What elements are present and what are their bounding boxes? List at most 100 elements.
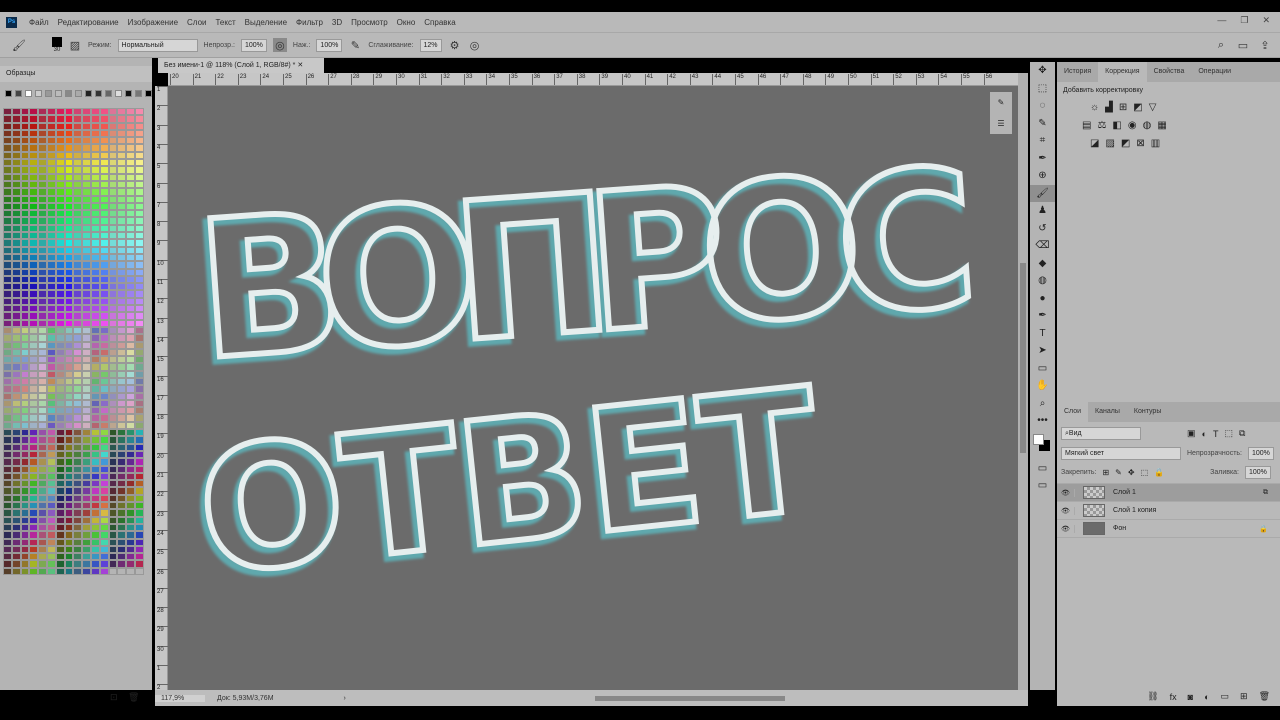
swatch[interactable]	[126, 151, 135, 160]
swatch[interactable]	[126, 341, 135, 349]
pressure-size-icon[interactable]: ◎	[468, 38, 482, 52]
swatch[interactable]	[73, 159, 83, 167]
swatch[interactable]	[20, 341, 30, 349]
swatch[interactable]	[55, 392, 65, 400]
swatch[interactable]	[108, 363, 118, 371]
swatch[interactable]	[64, 319, 74, 327]
swatch[interactable]	[134, 122, 144, 130]
menu-item[interactable]: Редактирование	[58, 18, 119, 27]
swatch[interactable]	[99, 399, 109, 408]
swatch[interactable]	[64, 173, 74, 181]
swatch[interactable]	[46, 363, 56, 371]
swatch[interactable]	[82, 429, 91, 437]
swatch[interactable]	[99, 494, 109, 503]
swatch[interactable]	[82, 195, 91, 203]
swatch[interactable]	[99, 392, 109, 400]
swatch[interactable]	[11, 356, 21, 364]
swatch[interactable]	[82, 115, 91, 123]
swatch[interactable]	[3, 392, 12, 400]
posterize-adjustment-icon[interactable]: ▨	[1105, 138, 1114, 149]
swatch[interactable]	[11, 429, 21, 437]
swatch[interactable]	[99, 567, 109, 575]
swatch[interactable]	[126, 166, 135, 174]
swatch[interactable]	[64, 480, 74, 488]
swatch[interactable]	[29, 538, 39, 546]
swatch[interactable]	[20, 538, 30, 546]
swatch[interactable]	[82, 159, 91, 167]
swatch[interactable]	[134, 370, 144, 378]
swatch[interactable]	[126, 356, 135, 364]
swatch[interactable]	[108, 232, 118, 240]
swatch[interactable]	[73, 545, 83, 554]
swatch[interactable]	[55, 560, 65, 568]
swatch[interactable]	[29, 195, 39, 203]
swatch[interactable]	[11, 516, 21, 524]
swatch[interactable]	[73, 180, 83, 189]
swatch[interactable]	[99, 232, 109, 240]
swatch[interactable]	[99, 312, 109, 320]
swatch[interactable]	[3, 443, 12, 451]
swatch[interactable]	[82, 283, 91, 291]
swatch[interactable]	[11, 341, 21, 349]
delete-layer-icon[interactable]: 🗑	[1259, 691, 1270, 702]
menu-item[interactable]: Изображение	[128, 18, 178, 27]
swatch[interactable]	[134, 188, 144, 196]
swatch[interactable]	[126, 377, 135, 386]
swatch[interactable]	[117, 392, 127, 400]
swatch[interactable]	[20, 275, 30, 284]
swatch[interactable]	[3, 275, 12, 284]
swatch[interactable]	[11, 159, 21, 167]
swatch[interactable]	[73, 246, 83, 254]
swatch[interactable]	[126, 414, 135, 422]
swatch[interactable]	[11, 137, 21, 145]
swatch[interactable]	[126, 334, 135, 342]
swatch[interactable]	[55, 319, 65, 327]
swatch[interactable]	[20, 370, 30, 378]
swatch[interactable]	[99, 523, 109, 532]
swatch[interactable]	[20, 166, 30, 174]
swatch[interactable]	[117, 545, 127, 554]
swatch[interactable]	[117, 253, 127, 262]
swatch[interactable]	[20, 392, 30, 400]
swatch[interactable]	[134, 392, 144, 400]
minimize-button[interactable]: —	[1217, 15, 1226, 26]
swatch[interactable]	[46, 392, 56, 400]
swatch[interactable]	[3, 502, 12, 510]
swatch[interactable]	[99, 180, 109, 189]
swatch[interactable]	[46, 356, 56, 364]
swatch[interactable]	[108, 545, 118, 554]
swatch[interactable]	[108, 407, 118, 415]
swatch[interactable]	[73, 275, 83, 284]
swatch[interactable]	[64, 472, 74, 481]
swatch[interactable]	[126, 210, 135, 218]
swatch[interactable]	[82, 480, 91, 488]
mask-icon[interactable]: ◙	[1188, 692, 1193, 702]
swatch[interactable]	[73, 436, 83, 444]
swatch[interactable]	[29, 356, 39, 364]
swatch[interactable]	[90, 348, 100, 357]
swatch[interactable]	[82, 334, 91, 342]
swatch[interactable]	[11, 502, 21, 510]
swatch[interactable]	[99, 195, 109, 203]
swatch[interactable]	[65, 90, 72, 97]
swatch[interactable]	[117, 399, 127, 408]
swatch[interactable]	[82, 210, 91, 218]
swatch[interactable]	[99, 108, 109, 116]
swatch[interactable]	[55, 487, 65, 495]
swatch[interactable]	[11, 290, 21, 298]
swatch[interactable]	[134, 516, 144, 524]
swatch[interactable]	[29, 159, 39, 167]
swatch[interactable]	[134, 538, 144, 546]
swatch[interactable]	[117, 210, 127, 218]
swatch[interactable]	[3, 334, 12, 342]
horizontal-scrollbar[interactable]	[595, 696, 785, 701]
swatch[interactable]	[20, 326, 30, 335]
swatch[interactable]	[90, 319, 100, 327]
flow-input[interactable]: 100%	[316, 38, 343, 52]
swatch[interactable]	[46, 290, 56, 298]
swatch[interactable]	[108, 509, 118, 517]
swatch[interactable]	[82, 261, 91, 269]
swatch[interactable]	[64, 516, 74, 524]
type-tool-icon[interactable]: T	[1030, 325, 1055, 343]
swatch[interactable]	[46, 414, 56, 422]
